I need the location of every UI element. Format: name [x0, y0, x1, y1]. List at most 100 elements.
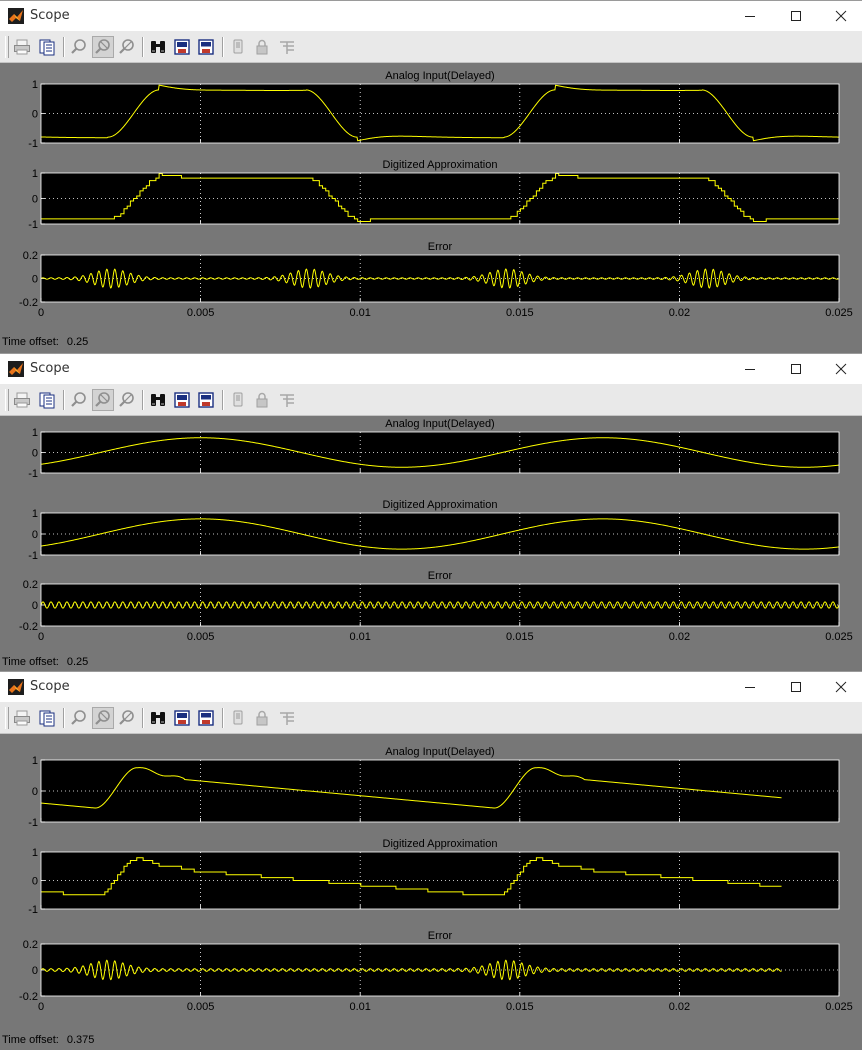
time-offset-label: Time offset:: [2, 656, 59, 668]
axes-background[interactable]: [41, 432, 839, 473]
lock-button[interactable]: [251, 389, 273, 411]
maximize-icon: [791, 364, 801, 374]
minimize-icon: [745, 369, 755, 370]
y-tick-label: -1: [28, 219, 38, 231]
print-icon: [14, 392, 30, 408]
zoom-y-button[interactable]: [116, 36, 138, 58]
signal-selection-button[interactable]: [276, 36, 298, 58]
y-tick-label: 0: [32, 194, 38, 206]
y-tick-label: -1: [28, 550, 38, 562]
time-offset: Time offset: 0.25: [2, 336, 96, 348]
maximize-button[interactable]: [773, 672, 819, 702]
axes-background[interactable]: [41, 760, 839, 822]
plot-area: Analog Input(Delayed) 1 0 -1 Digitized Appro…: [0, 416, 862, 653]
autoscale-button[interactable]: [147, 36, 169, 58]
titlebar[interactable]: Scope: [0, 1, 862, 31]
zoom-x-button[interactable]: [92, 389, 114, 411]
restore-axes-icon: [198, 39, 214, 55]
parameters-button[interactable]: [36, 389, 58, 411]
minimize-button[interactable]: [727, 672, 773, 702]
x-tick-label: 0.02: [669, 307, 690, 319]
lock-button[interactable]: [251, 707, 273, 729]
floating-scope-icon: [233, 710, 243, 725]
floating-scope-button[interactable]: [227, 707, 249, 729]
lock-icon: [256, 710, 268, 726]
print-button[interactable]: [11, 707, 33, 729]
save-axes-button[interactable]: [171, 36, 193, 58]
zoom-y-icon: [119, 392, 134, 407]
floating-scope-button[interactable]: [227, 389, 249, 411]
parameters-icon: [39, 392, 55, 409]
titlebar[interactable]: Scope: [0, 672, 862, 702]
zoom-button[interactable]: [68, 707, 90, 729]
close-button[interactable]: [818, 354, 862, 384]
toolbar-grip[interactable]: [5, 389, 9, 411]
zoom-y-button[interactable]: [116, 389, 138, 411]
scope-axes: Analog Input(Delayed) 1 0 -1: [28, 70, 840, 150]
zoom-x-button[interactable]: [92, 36, 114, 58]
x-tick-label: 0.005: [187, 631, 215, 643]
axes-title: Digitized Approximation: [383, 159, 498, 171]
x-tick-label: 0: [38, 1001, 44, 1013]
toolbar-grip[interactable]: [5, 707, 9, 729]
floating-scope-button[interactable]: [227, 36, 249, 58]
x-tick-label: 0.015: [506, 631, 534, 643]
toolbar-separator: [142, 390, 144, 410]
print-button[interactable]: [11, 36, 33, 58]
zoom-button[interactable]: [68, 389, 90, 411]
maximize-icon: [791, 682, 801, 692]
x-tick-label: 0.02: [669, 631, 690, 643]
minimize-button[interactable]: [727, 354, 773, 384]
toolbar-separator: [63, 390, 65, 410]
toolbar-grip[interactable]: [5, 36, 9, 58]
restore-axes-button[interactable]: [195, 36, 217, 58]
binoculars-icon: [151, 712, 165, 724]
parameters-button[interactable]: [36, 36, 58, 58]
signal-selection-button[interactable]: [276, 707, 298, 729]
zoom-y-button[interactable]: [116, 707, 138, 729]
axes-title: Digitized Approximation: [383, 499, 498, 511]
close-icon: [835, 363, 847, 375]
autoscale-button[interactable]: [147, 707, 169, 729]
y-tick-label: 0: [32, 876, 38, 888]
y-tick-label: 0: [32, 965, 38, 977]
save-axes-button[interactable]: [171, 707, 193, 729]
zoom-y-icon: [119, 710, 134, 725]
zoom-x-icon: [95, 710, 110, 725]
y-tick-label: -1: [28, 904, 38, 916]
x-tick-label: 0.025: [825, 307, 853, 319]
lock-button[interactable]: [251, 36, 273, 58]
zoom-x-button[interactable]: [92, 707, 114, 729]
close-button[interactable]: [818, 1, 862, 31]
signal-selection-button[interactable]: [276, 389, 298, 411]
scope-axes: Analog Input(Delayed) 1 0 -1: [28, 746, 840, 829]
parameters-icon: [39, 710, 55, 727]
zoom-button[interactable]: [68, 36, 90, 58]
restore-axes-button[interactable]: [195, 707, 217, 729]
titlebar[interactable]: Scope: [0, 354, 862, 384]
scope-window-3: Scope Analog Input(Delayed) 1 0 -1 Digit…: [0, 671, 862, 1050]
print-button[interactable]: [11, 389, 33, 411]
maximize-button[interactable]: [773, 1, 819, 31]
restore-axes-button[interactable]: [195, 389, 217, 411]
floating-scope-icon: [233, 392, 243, 407]
close-button[interactable]: [818, 672, 862, 702]
axes-background[interactable]: [41, 513, 839, 555]
y-tick-label: 1: [32, 847, 38, 859]
zoom-x-icon: [95, 392, 110, 407]
binoculars-icon: [151, 394, 165, 406]
maximize-button[interactable]: [773, 354, 819, 384]
lock-icon: [256, 392, 268, 408]
lock-icon: [256, 39, 268, 55]
scope-axes: Error0.20-0.20 0.005 0.01 0.015 0.02 0.025: [19, 241, 853, 319]
axes-background[interactable]: [41, 84, 839, 143]
axes-title: Analog Input(Delayed): [385, 70, 494, 82]
minimize-button[interactable]: [727, 1, 773, 31]
axes-background[interactable]: [41, 173, 839, 224]
parameters-button[interactable]: [36, 707, 58, 729]
save-axes-button[interactable]: [171, 389, 193, 411]
autoscale-button[interactable]: [147, 389, 169, 411]
maximize-icon: [791, 11, 801, 21]
y-tick-label: 1: [32, 79, 38, 91]
toolbar-separator: [142, 708, 144, 728]
